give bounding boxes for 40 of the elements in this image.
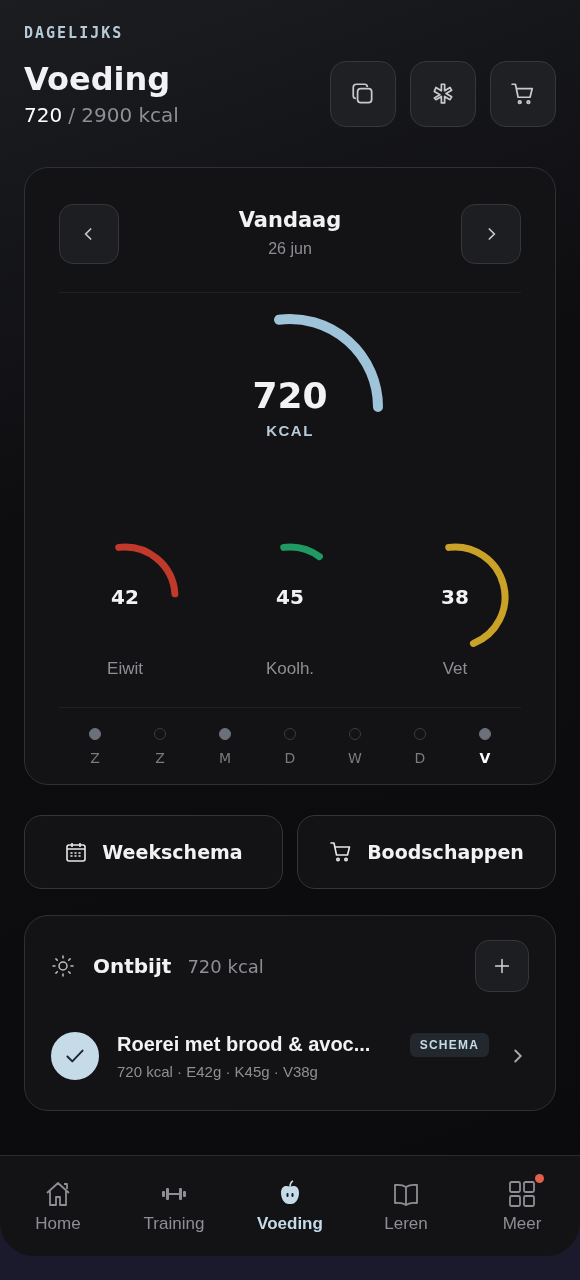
- meal-title: Ontbijt: [93, 954, 172, 979]
- macro-label: Vet: [442, 659, 468, 680]
- week-schedule-button[interactable]: Weekschema: [24, 815, 283, 890]
- weekday-tab[interactable]: W: [348, 750, 362, 767]
- schema-badge: SCHEMA: [409, 1032, 489, 1057]
- macro-value: 38: [440, 584, 470, 612]
- calorie-value: 720: [252, 375, 328, 417]
- nav-tab[interactable]: Leren: [356, 1178, 456, 1234]
- section-eyebrow: DAGELIJKS: [24, 24, 125, 42]
- nav-tab[interactable]: Home: [8, 1178, 108, 1234]
- macro-label: Koolh.: [265, 659, 315, 680]
- calorie-unit: KCAL: [266, 422, 314, 440]
- cart-button[interactable]: [490, 61, 556, 128]
- weekday-tab[interactable]: V: [479, 750, 491, 767]
- meal-item-details: 720 kcal · E42g · K45g · V38g: [117, 1062, 319, 1080]
- asterisk-button[interactable]: [410, 61, 476, 128]
- weekday-tab[interactable]: D: [284, 750, 296, 767]
- nav-tab[interactable]: Meer: [472, 1178, 572, 1234]
- day-date: 26 jun: [267, 240, 313, 259]
- calendar-icon: [64, 840, 89, 865]
- weekday-tab[interactable]: D: [414, 750, 426, 767]
- page-title: Voeding: [24, 62, 172, 98]
- checkbox[interactable]: [51, 1032, 99, 1081]
- grid-icon: [506, 1178, 538, 1210]
- nav-tab[interactable]: Training: [124, 1178, 224, 1234]
- weekday-tab[interactable]: Z: [90, 750, 100, 767]
- nav-tab[interactable]: Voeding: [240, 1178, 340, 1234]
- target-kcal: / 2900 kcal: [68, 103, 179, 128]
- meal-kcal: 720 kcal: [187, 955, 264, 977]
- sun-icon: [51, 954, 75, 979]
- macro-value: 42: [110, 584, 140, 612]
- macro-label: Eiwit: [107, 659, 143, 680]
- consumed-kcal: 720: [24, 103, 63, 128]
- weekday-tab[interactable]: Z: [155, 750, 165, 767]
- macro-value: 45: [275, 584, 305, 612]
- weekday-tab[interactable]: M: [218, 750, 232, 767]
- copy-button[interactable]: [330, 61, 396, 128]
- shopping-button[interactable]: Boodschappen: [297, 815, 556, 890]
- day-title: Vandaag: [238, 208, 342, 233]
- meal-item-name: Roerei met brood & avoc...: [117, 1033, 371, 1057]
